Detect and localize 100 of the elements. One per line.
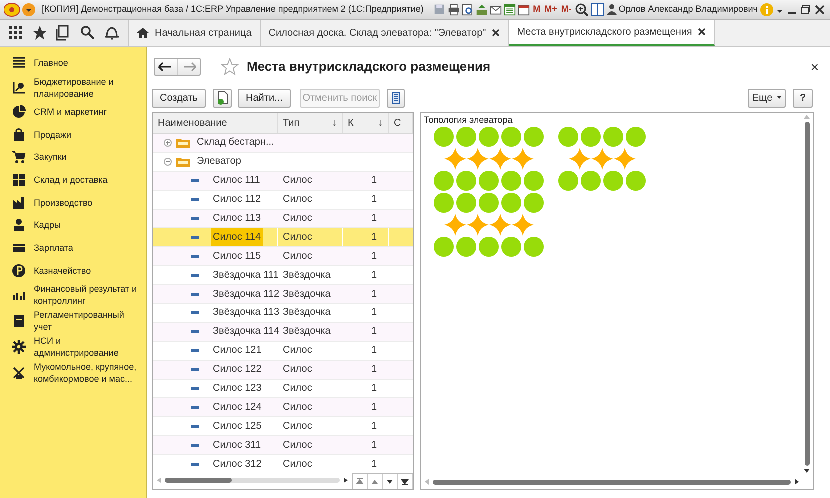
table-cell-text: 1	[371, 230, 377, 245]
tab-label: Начальная страница	[155, 26, 252, 40]
sidebar-item[interactable]: Закупки	[34, 151, 142, 164]
table-cell-text: Звёздочка	[283, 325, 331, 340]
table-cell-text: Силос	[283, 420, 312, 434]
sidebar-item[interactable]: Мукомольное, крупяное, комбикормовое и мас...	[34, 361, 142, 386]
table-cell-text: 1	[371, 458, 377, 471]
sort-arrow: ↓	[378, 116, 383, 130]
column-header[interactable]: С	[389, 113, 413, 133]
table-row[interactable]: Силос 123 Силос 1	[153, 380, 413, 398]
table-row[interactable]: Силос 111 Силос 1	[153, 172, 413, 191]
table-row[interactable]: Силос 114 Силос 1	[153, 228, 413, 248]
table-cell-text: Силос	[283, 193, 312, 208]
table-cell-text: Звёздочка 113	[212, 306, 281, 320]
memory-button[interactable]: M-	[560, 2, 573, 16]
table-cell-text: Звёздочка 114	[212, 325, 281, 340]
table-cell-text: 1	[371, 174, 377, 188]
table-cell: Силос 114	[211, 228, 264, 246]
table-cell-text: Силос	[283, 250, 312, 264]
sidebar-item[interactable]: Продажи	[34, 128, 142, 141]
table-cell-text: Силос 312	[212, 458, 263, 471]
sidebar-item[interactable]: Кадры	[34, 219, 142, 232]
column-title: К	[348, 116, 354, 130]
toolbar-button[interactable]: Найти...	[238, 88, 291, 108]
table-cell-text: Силос 121	[212, 344, 263, 358]
table-cell-text: 1	[371, 325, 377, 340]
table-cell-text: 1	[371, 420, 377, 434]
table-cell-text: 1	[371, 193, 377, 208]
panel-title: Топология элеватора	[423, 114, 514, 126]
table-cell-text: Силос	[283, 344, 312, 358]
table-cell-text: Силос 123	[212, 382, 263, 396]
table-row[interactable]: Звёздочка 114 Звёздочка 1	[153, 322, 413, 342]
sidebar-item[interactable]: НСИ и администрирование	[34, 335, 142, 360]
table-cell-text: Склад бестарн...	[197, 136, 274, 150]
table-row[interactable]: Силос 113 Силос 1	[153, 210, 413, 228]
column-title: Тип	[283, 116, 300, 130]
table-cell-text: Звёздочка 111	[212, 268, 280, 283]
sidebar-item[interactable]: Финансовый результат и контроллинг	[34, 283, 142, 308]
table-cell-text: Силос 113	[212, 212, 262, 226]
column-header[interactable]: Тип ↓	[278, 113, 343, 133]
table-cell-text: Силос	[283, 458, 312, 471]
table-row[interactable]: Звёздочка 112 Звёздочка 1	[153, 285, 413, 304]
table-row[interactable]: Силос 122 Силос 1	[153, 360, 413, 380]
memory-button[interactable]: M+	[544, 2, 558, 16]
form-title: Места внутрискладского размещения	[247, 58, 491, 76]
table-cell-text: 1	[371, 268, 377, 283]
table-row[interactable]: Склад бестарн...	[153, 134, 413, 153]
close-button[interactable]: ×	[806, 56, 823, 78]
user-name[interactable]: Орлов Александр Владимирович	[618, 2, 758, 16]
table-cell-text: 1	[371, 288, 377, 302]
table-cell-text: Звёздочка	[283, 288, 331, 302]
table-cell-text: Силос 112	[212, 193, 262, 208]
table-cell-text: 1	[371, 382, 377, 396]
sidebar-item[interactable]: Казначейство	[34, 264, 142, 277]
table-cell-text: Силос	[283, 230, 312, 245]
table-cell-text: Звёздочка	[283, 306, 331, 320]
sort-arrow: ↓	[332, 116, 337, 130]
sidebar-item[interactable]: Производство	[34, 196, 142, 209]
tab[interactable]: Места внутрискладского размещения	[509, 20, 716, 46]
window-title: [КОПИЯ] Демонстрационная база / 1С:ERP Управление предприятием 2 (1С:Предприятие)	[42, 2, 424, 16]
table-row[interactable]: Силос 112 Силос 1	[153, 190, 413, 210]
table-cell-text: 1	[371, 400, 377, 415]
table-cell-text: Силос 125	[212, 420, 263, 434]
table-cell-text: Силос	[283, 438, 312, 453]
table-cell-text: Силос	[283, 363, 312, 378]
column-header[interactable]: Наименование	[153, 113, 278, 133]
table-cell-text: Силос 124	[212, 400, 263, 415]
column-title: Наименование	[158, 116, 228, 130]
toolbar-button[interactable]: Создать	[152, 88, 206, 108]
column-header[interactable]: К ↓	[343, 113, 389, 133]
table-row[interactable]: Силос 124 Силос 1	[153, 398, 413, 418]
sidebar-item[interactable]: Склад и доставка	[34, 174, 142, 186]
table-row[interactable]: Силос 311 Силос 1	[153, 436, 413, 456]
tab-label: Места внутрискладского размещения	[517, 26, 692, 40]
table-cell-text: Силос 311	[212, 438, 262, 453]
table-cell-text: 1	[371, 344, 377, 358]
tab-label: Силосная доска. Склад элеватора: "Элеватор"	[268, 26, 486, 40]
more-button[interactable]: Еще	[748, 88, 786, 108]
table-cell-text: Звёздочка	[283, 268, 331, 283]
memory-button[interactable]: M	[532, 2, 542, 16]
table-cell-text: Силос	[283, 382, 312, 396]
table-cell-text: 1	[371, 363, 377, 378]
table-cell-text: 1	[371, 306, 377, 320]
table-cell-text: Силос 115	[212, 250, 262, 264]
table-cell-text: 1	[371, 212, 377, 226]
table-row[interactable]: Силос 115 Силос 1	[153, 247, 413, 266]
table-cell-text: Силос	[283, 212, 312, 226]
table-cell-text: Звёздочка 112	[212, 288, 281, 302]
table-cell-text: Силос 111	[212, 174, 262, 188]
sidebar-item[interactable]: Главное	[34, 57, 142, 70]
table-cell-text: 1	[371, 250, 377, 264]
table-cell-text: 1	[371, 438, 377, 453]
help-button[interactable]: ?	[793, 88, 813, 108]
table-cell-text: Силос 122	[212, 363, 263, 378]
column-title: С	[394, 116, 402, 130]
sidebar-item[interactable]: Зарплата	[34, 242, 142, 254]
table-cell-text: Силос	[283, 400, 312, 415]
sidebar-item[interactable]: CRM и маркетинг	[34, 106, 142, 118]
sidebar-item[interactable]: Бюджетирование и планирование	[34, 76, 142, 100]
sidebar-item[interactable]: Регламентированный учет	[34, 309, 142, 334]
